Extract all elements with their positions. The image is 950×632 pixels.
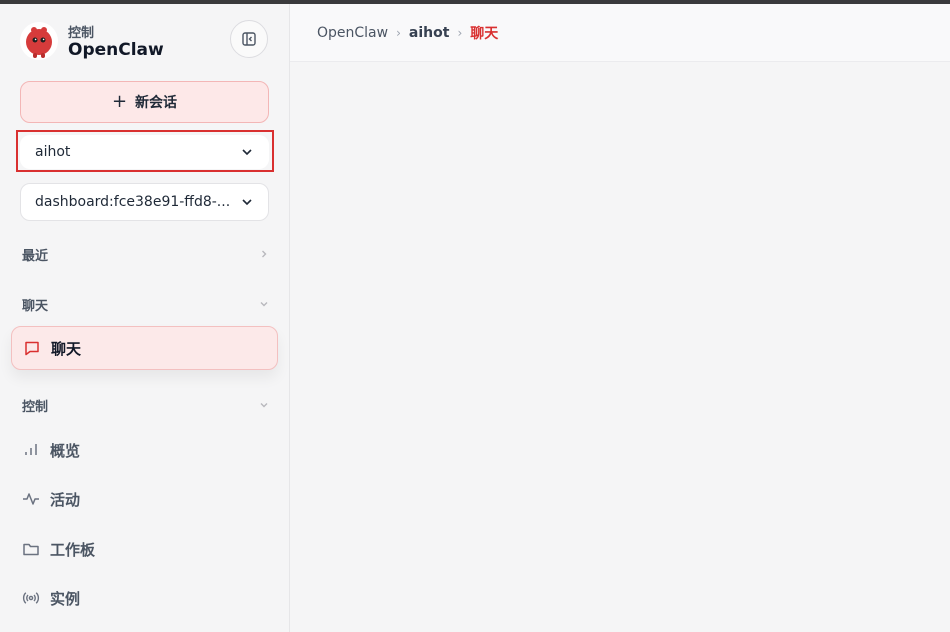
sidebar-item-label: 活动 <box>50 490 81 509</box>
breadcrumb-current: 聊天 <box>470 26 499 42</box>
collapse-sidebar-button[interactable] <box>230 20 268 58</box>
sidebar-item-label: 工作板 <box>50 540 96 559</box>
sidebar-item-label: 概览 <box>50 441 81 460</box>
folder-icon <box>22 540 40 558</box>
new-chat-label: 新会话 <box>135 95 178 111</box>
page-header: OpenClaw › aihot › 聊天 <box>290 4 950 62</box>
sidebar: 控制 OpenClaw + 新会话 aihot dashboard:fce38e… <box>0 4 290 632</box>
breadcrumb-root[interactable]: OpenClaw <box>317 25 388 41</box>
chevron-down-icon <box>242 149 252 156</box>
chevron-right-icon: › <box>396 26 401 40</box>
sidebar-item-label: 实例 <box>50 589 81 608</box>
main-content: OpenClaw › aihot › 聊天 <box>290 4 950 632</box>
section-chat[interactable]: 聊天 <box>22 294 270 314</box>
openclaw-logo-icon <box>20 22 58 60</box>
sidebar-item-workboard[interactable]: 工作板 <box>11 527 278 571</box>
new-chat-button[interactable]: + 新会话 <box>20 81 269 123</box>
activity-icon <box>22 490 40 508</box>
agent-select[interactable]: aihot <box>20 135 269 169</box>
chevron-right-icon: › <box>457 26 463 40</box>
chevron-down-icon <box>260 302 268 307</box>
section-recent[interactable]: 最近 <box>22 244 270 264</box>
chevron-down-icon <box>242 199 252 206</box>
chevron-right-icon <box>262 250 267 258</box>
sidebar-item-activity[interactable]: 活动 <box>11 477 278 521</box>
brand-subtitle: 控制 <box>68 26 95 41</box>
sidebar-collapse-icon <box>242 32 256 46</box>
section-control[interactable]: 控制 <box>22 395 270 415</box>
sidebar-item-chat[interactable]: 聊天 <box>11 326 278 370</box>
agent-select-value: aihot <box>35 144 71 160</box>
sidebar-item-instances[interactable]: 实例 <box>11 576 278 620</box>
plus-icon: + <box>111 91 128 112</box>
chevron-down-icon <box>260 403 268 408</box>
radio-icon <box>22 589 40 607</box>
message-square-icon <box>23 339 41 357</box>
section-chat-label: 聊天 <box>22 298 49 314</box>
session-select-value: dashboard:fce38e91-ffd8-... <box>35 194 231 210</box>
breadcrumb: OpenClaw › aihot › 聊天 <box>317 23 498 43</box>
sidebar-item-label: 聊天 <box>51 339 82 358</box>
section-recent-label: 最近 <box>22 248 49 264</box>
brand-title: OpenClaw <box>68 40 164 60</box>
section-control-label: 控制 <box>22 399 49 415</box>
sidebar-item-overview[interactable]: 概览 <box>11 428 278 472</box>
bar-chart-icon <box>22 441 40 459</box>
breadcrumb-agent[interactable]: aihot <box>409 25 450 41</box>
session-select[interactable]: dashboard:fce38e91-ffd8-... <box>20 183 269 221</box>
